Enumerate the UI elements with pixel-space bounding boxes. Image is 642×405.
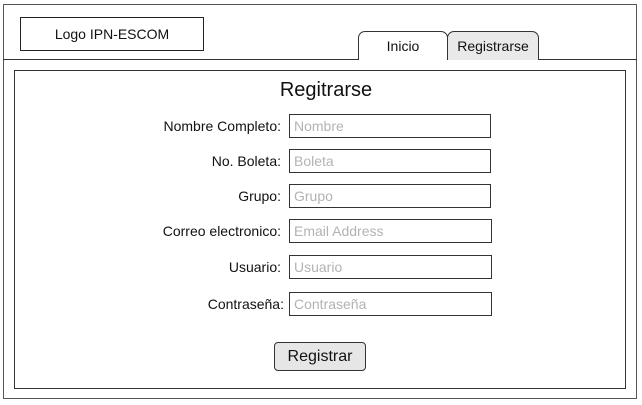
- correo-label: Correo electronico:: [162, 223, 281, 239]
- grupo-input[interactable]: [289, 184, 491, 208]
- usuario-label: Usuario:: [228, 259, 281, 275]
- tab-inicio-label: Inicio: [386, 38, 420, 54]
- tab-registrarse-label: Registrarse: [457, 38, 529, 54]
- boleta-input[interactable]: [289, 149, 491, 173]
- header-divider: [3, 59, 637, 60]
- tab-inicio[interactable]: Inicio: [358, 31, 448, 60]
- nombre-input[interactable]: [289, 114, 491, 138]
- form-title: Regitrarse: [279, 79, 373, 101]
- usuario-input[interactable]: [289, 255, 492, 279]
- logo-text: Logo IPN-ESCOM: [54, 26, 170, 42]
- boleta-label: No. Boleta:: [211, 153, 281, 169]
- tab-registrarse[interactable]: Registrarse: [447, 31, 539, 60]
- grupo-label: Grupo:: [238, 188, 281, 204]
- password-input[interactable]: [289, 292, 492, 316]
- nombre-label: Nombre Completo:: [163, 118, 282, 134]
- logo: Logo IPN-ESCOM: [20, 17, 204, 51]
- contrasena-label: Contraseña:: [207, 296, 284, 312]
- email-input[interactable]: [289, 219, 492, 243]
- registrar-button[interactable]: Registrar: [274, 342, 366, 371]
